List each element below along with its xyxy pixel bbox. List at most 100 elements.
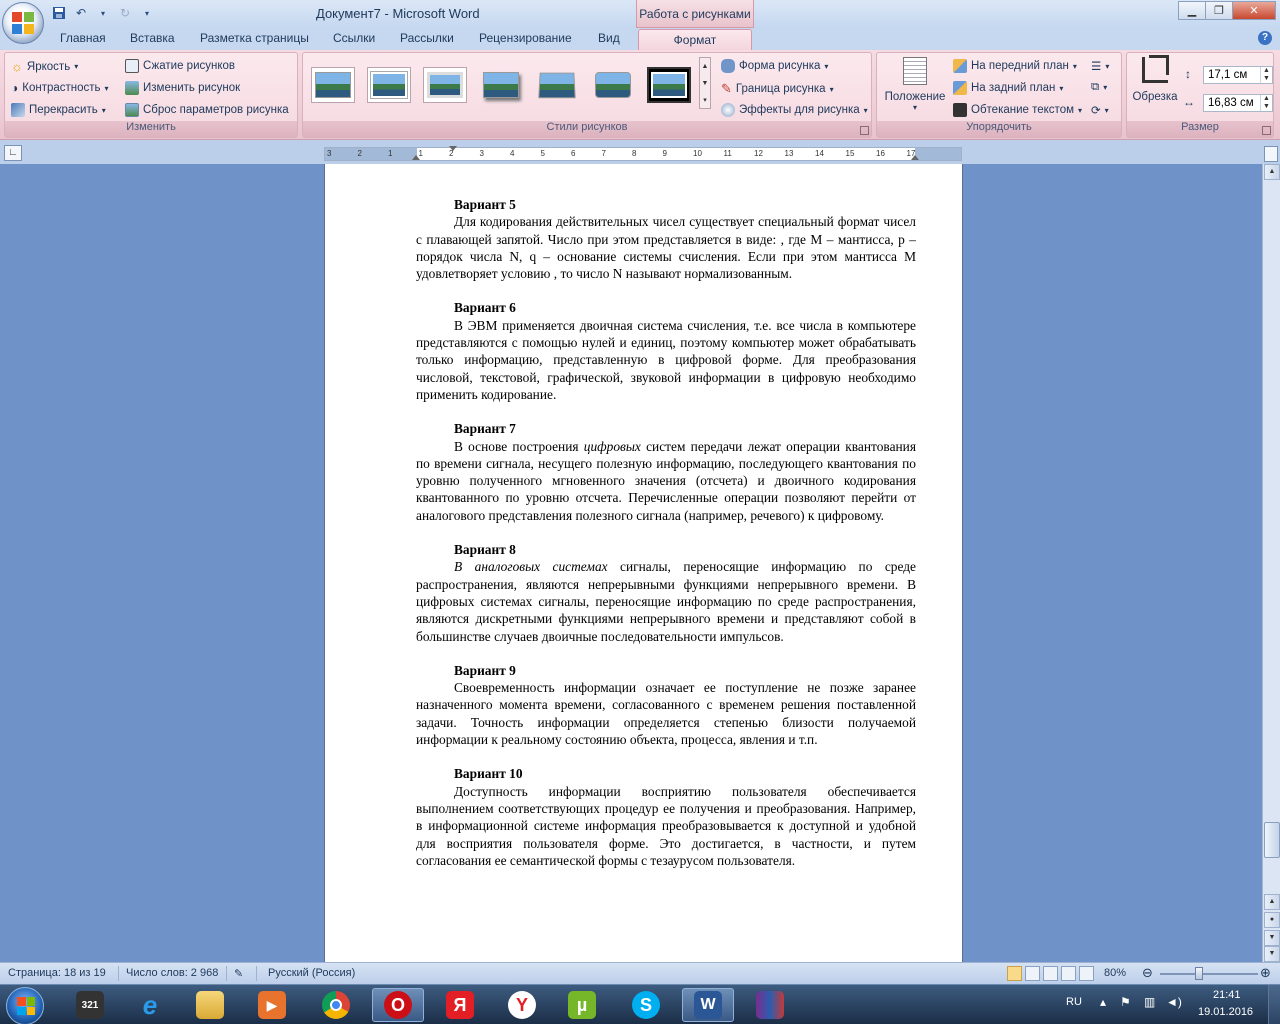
close-button[interactable]: ✕ [1232, 1, 1276, 20]
document-content[interactable]: Вариант 5 Для кодирования действительных… [416, 196, 916, 886]
action-center-icon[interactable]: ⚑ [1120, 995, 1131, 1009]
tab-page-layout[interactable]: Разметка страницы [200, 31, 309, 45]
horizontal-ruler[interactable]: 3 2 1 1 2 3 4 5 6 7 8 9 10 11 12 13 14 15 16 17 [324, 146, 962, 161]
bring-to-front-button[interactable]: На передний план ▾ [953, 59, 1077, 73]
office-button[interactable] [2, 2, 44, 44]
print-layout-view-icon[interactable] [1007, 966, 1022, 981]
picture-shape-button[interactable]: Форма рисунка ▾ [721, 59, 828, 73]
taskbar-chrome[interactable] [310, 988, 362, 1022]
help-icon[interactable]: ? [1258, 31, 1272, 45]
show-desktop-button[interactable] [1268, 985, 1280, 1024]
taskbar-internet-explorer[interactable]: e [124, 988, 176, 1022]
picture-style-7[interactable] [647, 67, 691, 103]
height-field[interactable]: 17,1 см ▲ ▼ [1203, 66, 1273, 84]
next-page-icon[interactable]: ▼ [1264, 930, 1280, 946]
left-indent-marker[interactable] [412, 155, 420, 160]
tab-mailings[interactable]: Рассылки [400, 31, 454, 45]
spellcheck-icon[interactable]: ✎ [234, 967, 243, 980]
width-field[interactable]: 16,83 см ▲ ▼ [1203, 94, 1273, 112]
scroll-down-icon[interactable]: ▼ [1264, 946, 1280, 962]
picture-style-4[interactable] [479, 67, 523, 103]
full-screen-reading-icon[interactable] [1025, 966, 1040, 981]
previous-page-icon[interactable]: ▲ [1264, 894, 1280, 910]
tab-view[interactable]: Вид [598, 31, 620, 45]
contrast-button[interactable]: ◑ Контрастность ▾ [11, 81, 109, 95]
draft-view-icon[interactable] [1079, 966, 1094, 981]
taskbar-word[interactable]: W [682, 988, 734, 1022]
variant-title: Вариант 7 [454, 421, 516, 437]
start-button[interactable] [6, 987, 44, 1024]
taskbar-skype[interactable]: S [620, 988, 672, 1022]
vertical-scrollbar[interactable]: ▲ ▲ ● ▼ ▼ [1262, 164, 1280, 962]
picture-style-5[interactable] [535, 67, 579, 103]
picture-border-button[interactable]: ✎ Граница рисунка ▾ [721, 81, 834, 97]
clock-date[interactable]: 19.01.2016 [1198, 1006, 1253, 1018]
picture-style-1[interactable] [311, 67, 355, 103]
taskbar-file-explorer[interactable] [184, 988, 236, 1022]
language-indicator[interactable]: Русский (Россия) [268, 967, 355, 979]
undo-dropdown-icon[interactable]: ▾ [94, 5, 112, 21]
taskbar-yandex[interactable]: Y [496, 988, 548, 1022]
send-to-back-button[interactable]: На задний план ▾ [953, 81, 1063, 95]
tab-home[interactable]: Главная [60, 31, 106, 45]
rotate-icon[interactable]: ⟳ ▾ [1091, 103, 1109, 117]
scroll-up-icon[interactable]: ▲ [1264, 164, 1280, 180]
outline-view-icon[interactable] [1061, 966, 1076, 981]
picture-style-2[interactable] [367, 67, 411, 103]
text-wrap-button[interactable]: Обтекание текстом ▾ [953, 103, 1082, 117]
reset-picture-button[interactable]: Сброс параметров рисунка [125, 103, 289, 117]
zoom-out-icon[interactable]: ⊖ [1142, 965, 1153, 981]
web-layout-icon[interactable] [1043, 966, 1058, 981]
dialog-launcher-icon[interactable] [860, 126, 869, 135]
position-button[interactable]: Положение ▾ [883, 57, 947, 112]
document-page[interactable]: Вариант 5 Для кодирования действительных… [325, 164, 962, 962]
ruler-number: 6 [571, 149, 576, 158]
picture-effects-button[interactable]: Эффекты для рисунка ▾ [721, 103, 868, 117]
taskbar-opera[interactable]: O [372, 988, 424, 1022]
undo-icon[interactable]: ↶ [72, 5, 90, 21]
tray-expand-icon[interactable]: ▴ [1100, 995, 1106, 1009]
zoom-slider-knob[interactable] [1195, 967, 1204, 980]
taskbar-video-player[interactable]: ▶ [246, 988, 298, 1022]
recolor-button[interactable]: Перекрасить ▾ [11, 103, 106, 117]
tab-format[interactable]: Формат [638, 29, 752, 51]
minimize-button[interactable]: ▁ [1178, 1, 1206, 20]
input-language[interactable]: RU [1066, 996, 1082, 1008]
volume-icon[interactable]: ◄) [1166, 995, 1182, 1009]
taskbar-winrar[interactable] [744, 988, 796, 1022]
brightness-button[interactable]: ☼ Яркость ▾ [11, 59, 78, 74]
crop-button[interactable]: Обрезка [1131, 55, 1179, 103]
scroll-thumb[interactable] [1264, 822, 1280, 858]
picture-style-6[interactable] [591, 67, 635, 103]
compress-pictures-button[interactable]: Сжатие рисунков [125, 59, 235, 73]
align-icon[interactable]: ☰ ▾ [1091, 59, 1109, 73]
reset-picture-label: Сброс параметров рисунка [143, 104, 289, 116]
word-count[interactable]: Число слов: 2 968 [126, 967, 218, 979]
taskbar-media-player-321[interactable]: 321 [64, 988, 116, 1022]
group-objects-icon[interactable]: ⧉ ▾ [1091, 81, 1107, 94]
page-count[interactable]: Страница: 18 из 19 [8, 967, 106, 979]
tab-references[interactable]: Ссылки [333, 31, 375, 45]
change-picture-button[interactable]: Изменить рисунок [125, 81, 240, 95]
view-ruler-icon[interactable] [1264, 146, 1278, 162]
tab-review[interactable]: Рецензирование [479, 31, 572, 45]
browse-object-icon[interactable]: ● [1264, 912, 1280, 928]
maximize-button[interactable]: ❐ [1205, 1, 1233, 20]
save-icon[interactable] [50, 5, 68, 21]
zoom-slider[interactable] [1160, 973, 1258, 975]
customize-qat-icon[interactable]: ▾ [138, 5, 156, 21]
tab-insert[interactable]: Вставка [130, 31, 175, 45]
zoom-in-icon[interactable]: ⊕ [1260, 965, 1271, 981]
size-dialog-launcher-icon[interactable] [1262, 126, 1271, 135]
zoom-level[interactable]: 80% [1104, 967, 1126, 979]
network-icon[interactable]: ▥ [1144, 995, 1155, 1009]
taskbar-yandex-browser[interactable]: Я [434, 988, 486, 1022]
right-indent-marker[interactable] [911, 155, 919, 160]
redo-icon[interactable]: ↻ [116, 5, 134, 21]
taskbar-utorrent[interactable]: µ [556, 988, 608, 1022]
tab-selector-icon[interactable]: ∟ [4, 145, 22, 161]
styles-gallery-scroll[interactable]: ▲ ▼ ▾ [699, 57, 711, 109]
picture-style-3[interactable] [423, 67, 467, 103]
first-line-indent-marker[interactable] [449, 146, 457, 151]
clock-time[interactable]: 21:41 [1213, 989, 1241, 1001]
